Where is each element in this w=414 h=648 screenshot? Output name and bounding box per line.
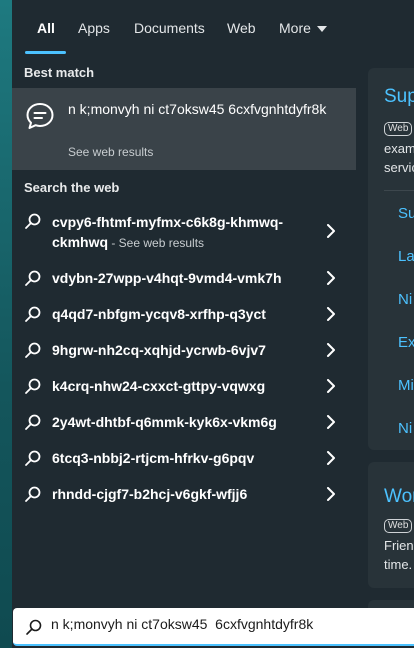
web-result-query: 2y4wt-dhtbf-q6mmk-kyk6x-vkm6g: [52, 414, 277, 430]
tab-more[interactable]: More: [279, 20, 327, 36]
results-list: Best match n k;monvyh ni ct7oksw45 6cxfv…: [12, 56, 356, 606]
search-icon: [25, 486, 41, 502]
tab-web[interactable]: Web: [227, 20, 256, 36]
preview-link[interactable]: Ni: [398, 291, 412, 308]
search-icon: [25, 213, 41, 229]
preview-link[interactable]: La: [398, 248, 414, 265]
preview-card: Sup Web exam servic Su La Ni Ex Mi Ni: [368, 68, 414, 450]
best-match-subtitle: See web results: [68, 145, 154, 159]
preview-text-line: servic: [384, 160, 414, 175]
search-icon: [25, 450, 41, 466]
web-result-item[interactable]: cvpy6-fhtmf-myfmx-c6k8g-khmwq-ckmhwq - S…: [12, 210, 356, 256]
search-icon: [26, 619, 42, 635]
web-result-item[interactable]: 2y4wt-dhtbf-q6mmk-kyk6x-vkm6g: [12, 412, 356, 436]
chevron-right-icon: [327, 379, 335, 393]
best-match-heading: Best match: [24, 65, 95, 80]
web-result-query: 9hgrw-nh2cq-xqhjd-ycrwb-6vjv7: [52, 342, 266, 358]
chevron-right-icon: [327, 343, 335, 357]
preview-link[interactable]: Ex: [398, 334, 414, 351]
web-result-query: k4crq-nhw24-cxxct-gttpy-vqwxg: [52, 378, 266, 394]
preview-title[interactable]: Sup: [384, 86, 414, 108]
best-match-title: n k;monvyh ni ct7oksw45 6cxfvgnhtdyfr8k: [68, 101, 327, 117]
web-result-item[interactable]: 9hgrw-nh2cq-xqhjd-ycrwb-6vjv7: [12, 340, 356, 364]
web-result-item[interactable]: rhndd-cjgf7-b2hcj-v6gkf-wfjj6: [12, 484, 356, 508]
search-web-heading: Search the web: [24, 180, 120, 195]
web-result-item[interactable]: q4qd7-nbfgm-ycqv8-xrfhp-q3yct: [12, 304, 356, 328]
web-result-text: cvpy6-fhtmf-myfmx-c6k8g-khmwq-ckmhwq - S…: [52, 212, 322, 253]
chevron-down-icon: [316, 26, 327, 33]
divider: [384, 190, 414, 191]
search-icon: [25, 306, 41, 322]
tab-more-label: More: [279, 20, 311, 36]
search-icon: [25, 414, 41, 430]
active-tab-indicator: [25, 51, 66, 54]
tab-bar: All Apps Documents Web More: [12, 0, 414, 56]
chevron-right-icon: [327, 487, 335, 501]
search-icon: [25, 378, 41, 394]
web-result-item[interactable]: vdybn-27wpp-v4hqt-9vmd4-vmk7h: [12, 268, 356, 292]
preview-title[interactable]: Wor: [384, 486, 414, 508]
web-result-query: vdybn-27wpp-v4hqt-9vmd4-vmk7h: [52, 270, 282, 286]
chevron-right-icon: [327, 307, 335, 321]
preview-link[interactable]: Mi: [398, 377, 414, 394]
tab-documents[interactable]: Documents: [134, 20, 205, 36]
search-icon: [25, 270, 41, 286]
chevron-right-icon: [327, 451, 335, 465]
web-result-query: rhndd-cjgf7-b2hcj-v6gkf-wfjj6: [52, 486, 248, 502]
web-result-query: 6tcq3-nbbj2-rtjcm-hfrkv-g6pqv: [52, 450, 255, 466]
web-result-query: q4qd7-nbfgm-ycqv8-xrfhp-q3yct: [52, 306, 266, 322]
preview-text-line: time.: [384, 557, 413, 572]
see-web-results-label: - See web results: [108, 236, 205, 250]
chevron-right-icon: [327, 415, 335, 429]
chat-bubble-icon: [26, 103, 54, 129]
chevron-right-icon: [327, 224, 335, 238]
preview-card: Wor Web Frien time.: [368, 462, 414, 588]
preview-text-line: exam: [384, 141, 414, 156]
search-icon: [25, 342, 41, 358]
best-match-result[interactable]: n k;monvyh ni ct7oksw45 6cxfvgnhtdyfr8k …: [12, 88, 356, 170]
preview-link[interactable]: Su: [398, 205, 414, 222]
web-badge: Web: [384, 519, 413, 533]
preview-link[interactable]: Ni: [398, 420, 412, 437]
tab-all[interactable]: All: [37, 20, 55, 36]
web-result-item[interactable]: 6tcq3-nbbj2-rtjcm-hfrkv-g6pqv: [12, 448, 356, 472]
search-flyout: All Apps Documents Web More Best match n…: [12, 0, 414, 648]
preview-text-line: Frien: [384, 538, 414, 553]
search-bar[interactable]: n k;monvyh ni ct7oksw45 6cxfvgnhtdyfr8k: [13, 608, 414, 646]
chevron-right-icon: [327, 271, 335, 285]
tab-apps[interactable]: Apps: [78, 20, 110, 36]
search-input[interactable]: n k;monvyh ni ct7oksw45 6cxfvgnhtdyfr8k: [51, 616, 411, 638]
web-result-item[interactable]: k4crq-nhw24-cxxct-gttpy-vqwxg: [12, 376, 356, 400]
web-badge: Web: [384, 122, 413, 136]
